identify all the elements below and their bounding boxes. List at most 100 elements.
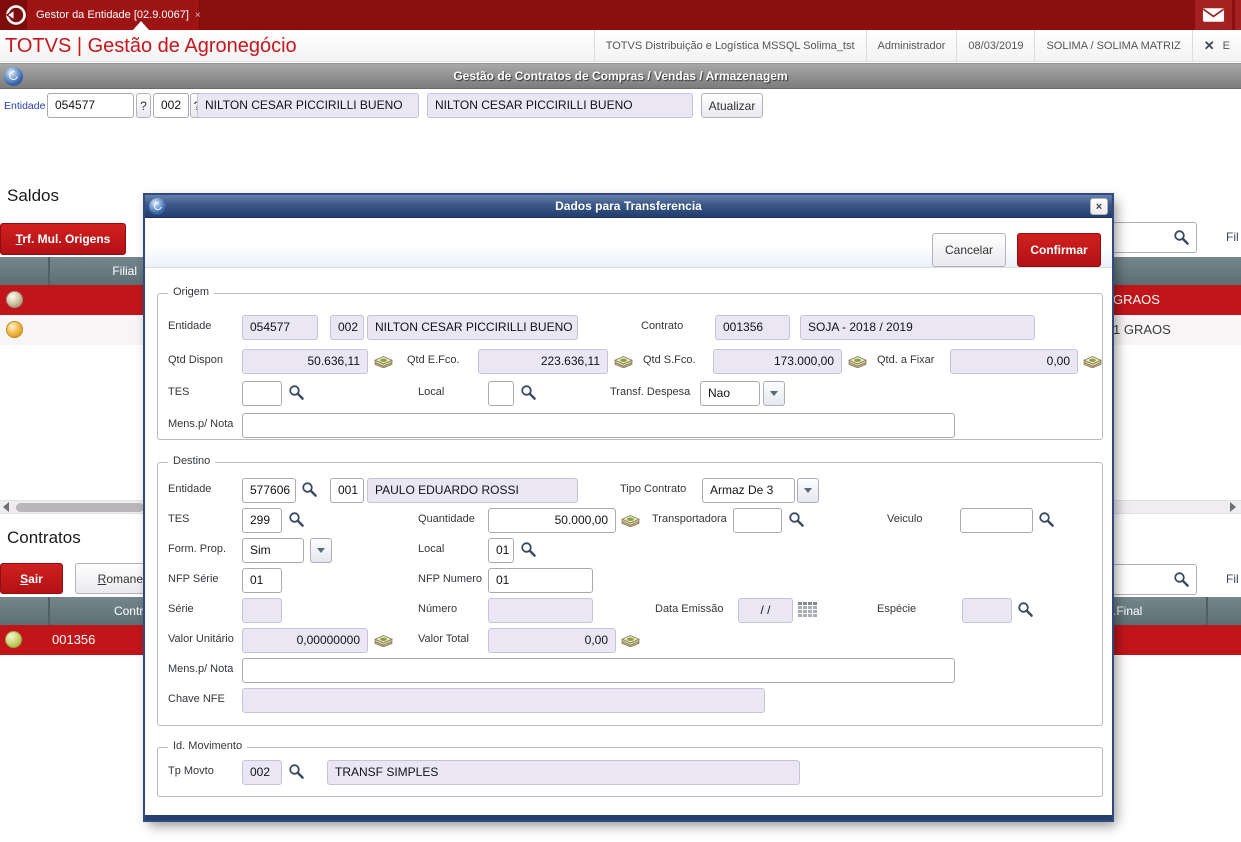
search-icon [1173, 572, 1189, 587]
entity-label: Entidade [4, 100, 46, 112]
qtd-sfco-label: Qtd S.Fco. [643, 354, 696, 366]
especie-label: Espécie [877, 603, 917, 615]
veiculo-input[interactable] [960, 508, 1033, 533]
money-icon [621, 634, 640, 647]
tp-movto-desc-field: TRANSF SIMPLES [327, 760, 800, 785]
date-label: 08/03/2019 [956, 30, 1034, 62]
movimento-legend: Id. Movimento [168, 740, 248, 752]
saldos-row-text: GRAOS [1113, 292, 1160, 307]
search-icon[interactable] [288, 384, 305, 401]
transportadora-input[interactable] [733, 508, 782, 533]
origem-entidade-label: Entidade [168, 320, 212, 332]
destino-entidade-label: Entidade [168, 483, 212, 495]
search-icon[interactable] [788, 511, 805, 528]
search-icon[interactable] [1038, 511, 1055, 528]
contrato-number: 001356 [52, 632, 96, 647]
tab-notch [133, 21, 149, 30]
user-label: Administrador [865, 30, 957, 62]
confirm-button[interactable]: Confirmar [1017, 233, 1101, 267]
mail-button[interactable] [1195, 0, 1232, 30]
edge-button[interactable] [1235, 0, 1241, 30]
tipo-contrato-select[interactable]: Armaz De 3 [702, 478, 795, 503]
nfp-numero-input[interactable]: 01 [488, 568, 593, 593]
form-prop-select[interactable]: Sim [242, 538, 304, 563]
search-icon[interactable] [288, 511, 305, 528]
money-icon [848, 355, 867, 368]
search-icon[interactable] [301, 481, 318, 498]
destino-legend: Destino [168, 455, 216, 467]
cancel-button[interactable]: Cancelar [932, 233, 1006, 267]
chave-nfe-field [242, 688, 765, 713]
exit-app[interactable]: ✕ E [1191, 30, 1241, 62]
chave-nfe-label: Chave NFE [168, 693, 225, 705]
scrollbar-thumb[interactable] [16, 503, 144, 512]
destino-loja-input[interactable]: 001 [330, 478, 364, 503]
nfp-serie-label: NFP Série [168, 573, 219, 585]
sair-button[interactable]: Sair [0, 563, 63, 594]
search-icon[interactable] [1017, 601, 1034, 618]
search-icon[interactable] [288, 763, 305, 780]
routine-toolbar: Gestão de Contratos de Compras / Vendas … [0, 63, 1241, 89]
app-brand: TOTVS | Gestão de Agronegócio [5, 35, 297, 57]
tab-close-icon[interactable]: × [195, 10, 201, 21]
transportadora-label: Transportadora [652, 513, 727, 525]
entity-code-input[interactable]: 054577 [47, 93, 134, 118]
tab-title: Gestor da Entidade [02.9.0067] [36, 9, 189, 21]
search-icon [1173, 229, 1189, 245]
window-tab[interactable]: Gestor da Entidade [02.9.0067] × [26, 0, 201, 30]
search-icon[interactable] [520, 541, 537, 558]
close-app-icon[interactable]: ✕ [1204, 38, 1215, 54]
origem-contrato-cod: 001356 [715, 315, 790, 340]
qtd-dispon-value: 50.636,11 [242, 349, 368, 374]
dropdown-button[interactable] [763, 381, 785, 406]
totvs-logo-icon [6, 5, 26, 25]
veiculo-label: Veiculo [887, 513, 923, 525]
quantidade-input[interactable]: 50.000,00 [488, 508, 616, 533]
scroll-left-icon[interactable] [3, 502, 9, 512]
origem-tes-input[interactable] [242, 381, 282, 406]
status-ball-icon [6, 321, 23, 338]
exit-label: E [1222, 40, 1230, 52]
destino-tes-input[interactable]: 299 [242, 508, 282, 533]
refresh-button[interactable]: Atualizar [701, 93, 763, 118]
transf-despesa-label: Transf. Despesa [610, 386, 691, 398]
qtd-efco-label: Qtd E.Fco. [407, 354, 460, 366]
entity-help-button[interactable]: ? [136, 93, 151, 118]
origem-mens-input[interactable] [242, 413, 955, 438]
numero-field [488, 598, 593, 623]
multi-origin-button[interactable]: Trf. Mul. Origens [0, 223, 126, 255]
transf-despesa-select[interactable]: Nao [700, 381, 760, 406]
especie-field [962, 598, 1012, 623]
qtd-fixar-label: Qtd. a Fixar [877, 354, 935, 366]
origem-legend: Origem [168, 286, 215, 298]
entity-store-input[interactable]: 002 [153, 93, 189, 118]
tipo-contrato-label: Tipo Contrato [620, 483, 687, 495]
search-icon[interactable] [520, 384, 537, 401]
routine-title: Gestão de Contratos de Compras / Vendas … [453, 69, 788, 83]
destino-local-input[interactable]: 01 [488, 538, 514, 563]
status-ball-icon [6, 291, 23, 308]
origem-local-input[interactable] [488, 381, 514, 406]
destino-mens-input[interactable] [242, 658, 955, 683]
scroll-right-icon[interactable] [1230, 502, 1236, 512]
destino-local-label: Local [418, 543, 445, 555]
nfp-serie-input[interactable]: 01 [242, 568, 282, 593]
calendar-icon[interactable] [798, 602, 817, 617]
app-header: TOTVS | Gestão de Agronegócio TOTVS Dist… [0, 30, 1241, 62]
saldos-filter-label: Fil [1226, 230, 1239, 244]
qtd-dispon-label: Qtd Dispon [168, 354, 224, 366]
col-contrato: Contrato [113, 604, 160, 618]
serie-label: Série [168, 603, 194, 615]
form-prop-label: Form. Prop. [168, 543, 227, 555]
money-icon [374, 355, 393, 368]
destino-mens-label: Mens.p/ Nota [168, 663, 234, 675]
qtd-fixar-value: 0,00 [950, 349, 1078, 374]
nfp-numero-label: NFP Numero [418, 573, 482, 585]
saldos-title: Saldos [7, 186, 59, 205]
destino-entidade-input[interactable]: 577606 [242, 478, 296, 503]
dropdown-button[interactable] [797, 478, 819, 503]
col-filial: Filial [112, 264, 137, 278]
qtd-sfco-value: 173.000,00 [713, 349, 842, 374]
dialog-close-button[interactable]: × [1090, 198, 1108, 215]
dropdown-button[interactable] [310, 538, 332, 563]
